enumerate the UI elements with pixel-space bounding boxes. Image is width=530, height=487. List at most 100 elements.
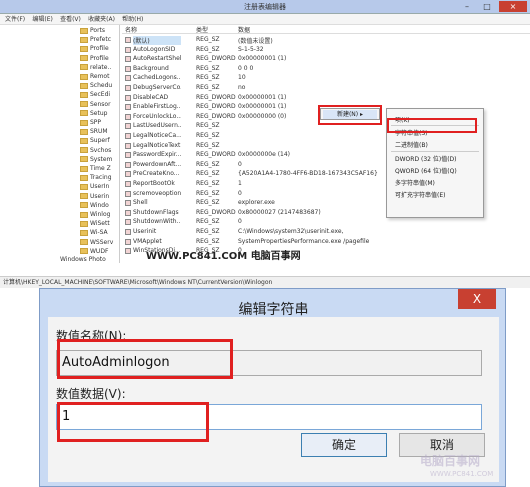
menu-file[interactable]: 文件(F) <box>5 14 25 25</box>
cell-type: REG_SZ <box>196 237 220 245</box>
submenu-item[interactable]: 可扩充字符串值(E) <box>395 190 445 199</box>
cell-data: 0x0000000e (14) <box>238 151 291 159</box>
column-data[interactable]: 数据 <box>238 25 388 34</box>
tree-item-label: Setup <box>90 109 108 117</box>
menu-favorites[interactable]: 收藏夹(A) <box>88 14 115 25</box>
cell-data: 10 <box>238 74 246 82</box>
tree-item-label: WSServ <box>90 238 114 246</box>
table-row[interactable]: AutoLogonSID REG_SZ S-1-5-32 <box>122 46 530 56</box>
reg-value-icon <box>125 238 131 245</box>
cell-data: 0 0 0 <box>238 64 254 72</box>
reg-value-icon <box>125 142 131 149</box>
table-row[interactable]: AutoRestartShell REG_DWORD 0x00000001 (1) <box>122 55 530 65</box>
cell-type: REG_SZ <box>196 218 220 226</box>
cell-type: REG_SZ <box>196 228 220 235</box>
column-name[interactable]: 名称 <box>125 25 181 34</box>
tree-item-label: SRUM <box>90 128 108 136</box>
cell-data: 1 <box>238 180 242 187</box>
table-row[interactable]: Userinit REG_SZ C:\Windows\system32\userin… <box>122 228 530 238</box>
cell-name: ReportBootOk <box>133 180 175 187</box>
tree-item-label: Ports <box>90 27 106 34</box>
table-row[interactable]: Background REG_SZ 0 0 0 <box>122 65 530 75</box>
cell-name: DisableCAD <box>133 93 169 101</box>
menu-separator <box>391 151 479 152</box>
reg-value-icon <box>125 104 131 111</box>
folder-icon <box>80 183 88 190</box>
folder-icon <box>80 174 88 181</box>
cell-name: (默认) <box>133 36 181 45</box>
reg-value-icon <box>125 123 131 130</box>
reg-value-icon <box>125 190 131 197</box>
cell-data: 0 <box>238 160 242 168</box>
folder-icon <box>80 211 88 218</box>
table-row[interactable]: DisableCAD REG_DWORD 0x00000001 (1) <box>122 94 530 104</box>
folder-icon <box>80 220 88 227</box>
reg-value-icon <box>125 181 131 187</box>
tree-item-label: System <box>90 155 113 163</box>
tree-item-label: Windo <box>90 201 109 209</box>
folder-icon <box>80 27 88 34</box>
maximize-icon[interactable]: □ <box>478 1 496 12</box>
reg-value-icon <box>125 37 131 43</box>
value-data-label: 数值数据(V): <box>56 387 126 401</box>
tree-item-label: Userin <box>90 192 110 200</box>
reg-value-icon <box>125 94 131 101</box>
registry-tree[interactable]: Windows Photo Ports Prefetc Profile Profile… <box>0 25 120 263</box>
menu-help[interactable]: 帮助(H) <box>122 14 143 25</box>
cell-type: REG_SZ <box>196 132 220 139</box>
minimize-icon[interactable]: – <box>458 1 476 12</box>
tree-item-label: UserIn <box>90 183 110 191</box>
highlight-value-name <box>57 339 233 379</box>
cell-name: DebugServerCo... <box>133 84 181 91</box>
cell-name: ShutdownFlags <box>133 208 179 216</box>
submenu-item[interactable]: 二进制值(B) <box>395 140 428 149</box>
column-type[interactable]: 类型 <box>196 25 236 34</box>
cell-type: REG_SZ <box>196 45 220 53</box>
reg-value-icon <box>125 209 131 216</box>
dialog-close-icon[interactable]: X <box>458 289 496 309</box>
folder-icon <box>80 64 88 71</box>
cell-name: VMApplet <box>133 237 162 245</box>
cell-data: SystemPropertiesPerformance.exe /pagefil… <box>238 237 370 245</box>
cell-type: REG_DWORD <box>196 103 236 111</box>
table-row[interactable]: (默认) REG_SZ (数值未设置) <box>122 36 530 46</box>
regedit-title: 注册表编辑器 <box>244 3 286 11</box>
folder-icon <box>80 193 88 200</box>
regedit-menubar: 文件(F) 编辑(E) 查看(V) 收藏夹(A) 帮助(H) <box>0 14 530 25</box>
menu-edit[interactable]: 编辑(E) <box>32 14 52 25</box>
table-row[interactable]: CachedLogons... REG_SZ 10 <box>122 74 530 84</box>
cell-type: REG_DWORD <box>196 112 236 120</box>
submenu-item[interactable]: DWORD (32 位)值(D) <box>395 154 457 163</box>
folder-icon <box>80 101 88 108</box>
list-header: 名称 类型 数据 <box>122 25 530 34</box>
cell-name: AutoLogonSID <box>133 45 176 53</box>
tree-item-label: Profile <box>90 54 109 62</box>
reg-value-icon <box>125 200 131 207</box>
folder-icon <box>80 147 88 154</box>
table-row[interactable]: DebugServerCo... REG_SZ no <box>122 84 530 94</box>
folder-icon <box>80 165 88 172</box>
site-watermark: WWW.PC841.COM 电脑百事网 <box>146 251 301 262</box>
close-icon[interactable]: × <box>499 1 527 12</box>
folder-icon <box>80 36 88 43</box>
tree-item-label: Remot <box>90 73 110 80</box>
cell-type: REG_SZ <box>196 180 220 187</box>
submenu-item[interactable]: 多字符串值(M) <box>395 178 435 187</box>
cell-name: PasswordExpir... <box>133 151 181 159</box>
tree-item[interactable]: WUDF <box>80 248 108 258</box>
folder-icon <box>80 156 88 163</box>
folder-icon <box>80 91 88 98</box>
dialog-title: 编辑字符串 <box>238 302 309 318</box>
tree-item-label: Time Z <box>90 165 111 172</box>
tree-item-label: Svchos <box>90 146 112 154</box>
cell-data: explorer.exe <box>238 199 275 207</box>
table-row[interactable]: VMApplet REG_SZ SystemPropertiesPerformanc… <box>122 238 530 248</box>
ok-button[interactable]: 确定 <box>301 433 387 457</box>
folder-icon <box>80 73 88 80</box>
menu-view[interactable]: 查看(V) <box>60 14 81 25</box>
cell-name: AutoRestartShell <box>133 55 181 63</box>
table-row[interactable]: ShutdownWith... REG_SZ 0 <box>122 218 530 228</box>
tree-item-label: Prefetc <box>90 36 111 44</box>
submenu-item[interactable]: QWORD (64 位)值(Q) <box>395 166 457 175</box>
tree-item-label: SPP <box>90 119 102 126</box>
